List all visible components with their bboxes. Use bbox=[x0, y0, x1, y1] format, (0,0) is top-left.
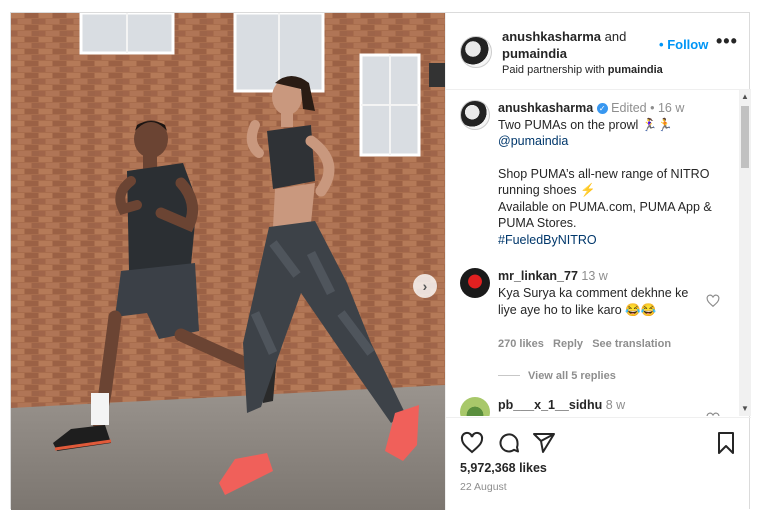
verified-icon: ✓ bbox=[596, 103, 608, 114]
header-authors-line1: anushkasharma and bbox=[502, 29, 626, 44]
follow-label: Follow bbox=[667, 37, 709, 52]
caption-username-link[interactable]: anushkasharma bbox=[498, 101, 593, 115]
caption-age[interactable]: 16 w bbox=[658, 101, 684, 115]
comment-text: ❤ bbox=[498, 412, 508, 416]
author-username-link[interactable]: anushkasharma bbox=[502, 29, 601, 44]
comment-age: 8 w bbox=[605, 398, 626, 412]
caption-dot: • bbox=[650, 101, 655, 115]
carousel-next-button[interactable]: › bbox=[413, 274, 437, 298]
post-actions: 5,972,368 likes 22 August bbox=[446, 417, 751, 511]
header-authors-line2: pumaindia bbox=[502, 46, 567, 61]
scroll-down-arrow-icon[interactable]: ▼ bbox=[741, 405, 749, 413]
scrollbar-thumb[interactable] bbox=[741, 106, 749, 168]
avatar[interactable] bbox=[460, 36, 492, 68]
view-replies-label: View all 5 replies bbox=[528, 370, 616, 382]
comment-username-link[interactable]: mr_linkan_77 bbox=[498, 269, 578, 283]
comment-like-heart-icon[interactable] bbox=[706, 412, 720, 416]
view-replies-button[interactable]: View all 5 replies bbox=[498, 370, 616, 382]
caption-line3: Shop PUMA’s all-new range of NITRO runni… bbox=[498, 166, 710, 198]
comments-scroll-area[interactable]: anushkasharma ✓ Edited • 16 w Two PUMAs … bbox=[446, 90, 751, 416]
replies-divider bbox=[498, 375, 520, 376]
like-count[interactable]: 5,972,368 likes bbox=[460, 461, 547, 475]
scroll-up-arrow-icon[interactable]: ▲ bbox=[741, 93, 749, 101]
comment-icon[interactable] bbox=[497, 431, 521, 455]
share-icon[interactable] bbox=[532, 431, 556, 455]
post-header: anushkasharma and pumaindia Paid partner… bbox=[446, 13, 751, 90]
and-text: and bbox=[604, 29, 627, 44]
comment-2: pb___x_1__sidhu 8 w bbox=[498, 398, 625, 412]
post-details-panel: anushkasharma and pumaindia Paid partner… bbox=[445, 13, 751, 510]
follow-dot: • bbox=[659, 37, 664, 52]
partnership-brand-link[interactable]: pumaindia bbox=[608, 64, 663, 76]
hashtag-link[interactable]: #FueledByNITRO bbox=[498, 232, 722, 249]
caption: anushkasharma ✓ Edited • 16 w Two PUMAs … bbox=[498, 100, 722, 248]
comment-1: mr_linkan_77 13 w Kya Surya ka comment d… bbox=[498, 268, 698, 319]
runners-photo bbox=[11, 13, 445, 510]
comment-username-link[interactable]: pb___x_1__sidhu bbox=[498, 398, 602, 412]
comment-likes-link[interactable]: 270 likes bbox=[498, 338, 544, 350]
partnership-prefix: Paid partnership with bbox=[502, 64, 605, 76]
caption-line1: Two PUMAs on the prowl 🏃‍♀️🏃 bbox=[498, 117, 673, 132]
heart-icon[interactable] bbox=[460, 431, 484, 455]
comment-like-heart-icon[interactable] bbox=[706, 294, 720, 308]
post-date[interactable]: 22 August bbox=[460, 481, 507, 493]
more-icon[interactable]: ••• bbox=[716, 31, 738, 52]
comment-avatar[interactable] bbox=[460, 268, 490, 298]
comment-meta: 270 likes Reply See translation bbox=[498, 338, 671, 350]
comment-avatar[interactable] bbox=[460, 397, 490, 416]
coauthor-username-link[interactable]: pumaindia bbox=[502, 46, 567, 61]
scrollbar[interactable]: ▲ ▼ bbox=[739, 90, 751, 416]
bookmark-icon[interactable] bbox=[714, 431, 738, 455]
post-frame: › anushkasharma and pumaindia Paid partn… bbox=[10, 12, 751, 510]
see-translation-link[interactable]: See translation bbox=[592, 338, 671, 350]
post-image[interactable]: › bbox=[11, 13, 445, 510]
follow-button[interactable]: • Follow bbox=[659, 37, 708, 52]
paid-partnership-label: Paid partnership with pumaindia bbox=[502, 64, 663, 76]
reply-button[interactable]: Reply bbox=[553, 338, 583, 350]
edited-label: Edited bbox=[611, 101, 647, 115]
comment-age: 13 w bbox=[581, 269, 608, 283]
comment-text: Kya Surya ka comment dekhne ke liye aye … bbox=[498, 286, 689, 317]
caption-line4: Available on PUMA.com, PUMA App & PUMA S… bbox=[498, 199, 712, 231]
mention-link[interactable]: @pumaindia bbox=[498, 133, 722, 150]
caption-avatar[interactable] bbox=[460, 100, 490, 130]
